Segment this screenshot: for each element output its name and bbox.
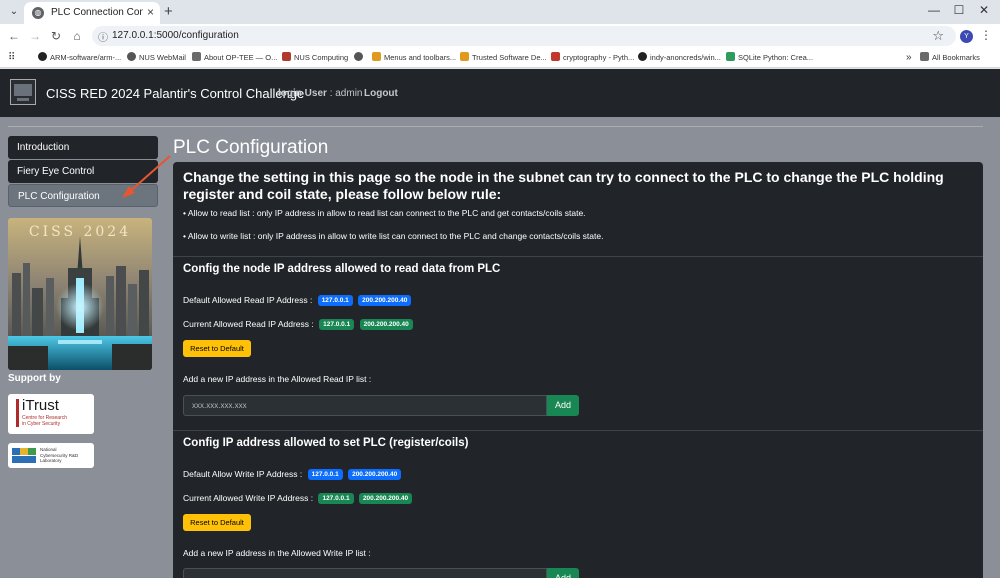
forward-icon[interactable]: →: [27, 28, 43, 44]
computer-icon[interactable]: [10, 79, 36, 105]
section-divider: [173, 430, 983, 431]
shield-icon: [282, 52, 291, 61]
ciss-hero-image: CISS 2024: [8, 218, 152, 370]
bookmark-item[interactable]: NUS WebMail: [127, 51, 186, 65]
current-read-ips: Current Allowed Read IP Address : 127.0.…: [183, 319, 413, 330]
page-title: PLC Configuration: [173, 137, 329, 158]
minimize-icon[interactable]: —: [922, 3, 946, 17]
intro-text: Change the setting in this page so the n…: [183, 169, 944, 202]
rule-read: • Allow to read list : only IP address i…: [183, 208, 586, 218]
write-section-title: Config IP address allowed to set PLC (re…: [183, 437, 469, 449]
bookmark-item[interactable]: Menus and toolbars...: [372, 51, 456, 65]
page: CISS RED 2024 Palantir's Control Challen…: [0, 69, 1000, 578]
ip-badge: 127.0.0.1: [317, 295, 353, 306]
read-ip-input[interactable]: xxx.xxx.xxx.xxx: [183, 395, 547, 416]
close-window-icon[interactable]: ✕: [972, 3, 996, 17]
ip-badge: 200.200.200.40: [358, 295, 412, 306]
read-section-title: Config the node IP address allowed to re…: [183, 263, 501, 275]
current-write-ips: Current Allowed Write IP Address : 127.0…: [183, 493, 413, 504]
bookmark-item[interactable]: Trusted Software De...: [460, 51, 547, 65]
profile-avatar[interactable]: Y: [960, 30, 973, 43]
ip-badge: 200.200.200.40: [348, 469, 402, 480]
tab-title: PLC Connection Configuratio: [51, 7, 143, 18]
browser-tabstrip: ⌄ ◍ PLC Connection Configuratio × + — ☐ …: [0, 0, 1000, 24]
ip-badge: 127.0.0.1: [307, 469, 343, 480]
hero-caption: CISS 2024: [29, 224, 131, 240]
browser-tab[interactable]: ◍ PLC Connection Configuratio ×: [24, 2, 160, 24]
address-bar[interactable]: ⓘ 127.0.0.1:5000/configuration ☆: [92, 26, 956, 46]
apps-grid-icon[interactable]: ⠿: [8, 51, 15, 65]
support-label: Support by: [8, 373, 61, 384]
ip-badge: 127.0.0.1: [318, 493, 354, 504]
all-bookmarks[interactable]: All Bookmarks: [920, 51, 980, 65]
section-divider: [173, 256, 983, 257]
default-write-ips: Default Allow Write IP Address : 127.0.0…: [183, 469, 402, 480]
add-read-ip-button[interactable]: Add: [547, 395, 579, 416]
configuration-card: Change the setting in this page so the n…: [173, 162, 983, 578]
itrust-logo[interactable]: iTrust Centre for Research in Cyber Secu…: [8, 394, 94, 434]
reset-write-button[interactable]: Reset to Default: [183, 514, 251, 531]
more-bookmarks-icon[interactable]: »: [906, 51, 912, 65]
bookmark-item[interactable]: [354, 51, 366, 65]
close-tab-icon[interactable]: ×: [147, 5, 154, 19]
ncl-line-3: Laboratory: [40, 458, 62, 463]
ip-badge: 127.0.0.1: [319, 319, 355, 330]
ncl-logo[interactable]: National Cybersecurity R&D Laboratory: [8, 443, 94, 468]
globe-icon: [354, 52, 363, 61]
reload-icon[interactable]: ↻: [48, 28, 64, 44]
lock-icon: [551, 52, 560, 61]
bookmark-item[interactable]: About OP-TEE — O...: [192, 51, 277, 65]
itrust-name: iTrust: [22, 397, 59, 414]
itrust-subtitle-2: in Cyber Security: [22, 421, 61, 427]
maximize-icon[interactable]: ☐: [947, 3, 971, 17]
browser-toolbar: ← → ↻ ⌂ ⓘ 127.0.0.1:5000/configuration ☆…: [0, 24, 1000, 48]
bookmark-item[interactable]: indy-anoncreds/win...: [638, 51, 721, 65]
globe-icon: [127, 52, 136, 61]
divider: [8, 126, 983, 127]
reset-read-button[interactable]: Reset to Default: [183, 340, 251, 357]
ip-badge: 200.200.200.40: [358, 493, 413, 504]
app-navbar: CISS RED 2024 Palantir's Control Challen…: [0, 69, 1000, 117]
add-write-ip-button[interactable]: Add: [547, 568, 579, 578]
rule-write: • Allow to write list : only IP address …: [183, 231, 604, 241]
annotation-arrow: [122, 155, 171, 198]
document-icon: [192, 52, 201, 61]
github-icon: [638, 52, 647, 61]
back-icon[interactable]: ←: [6, 28, 22, 44]
folder-icon: [460, 52, 469, 61]
bookmarks-bar: ⠿ ARM-software/arm-... NUS WebMail About…: [0, 48, 1000, 68]
login-user: login User : admin: [278, 88, 363, 99]
folder-icon: [920, 52, 929, 61]
logout-link[interactable]: Logout: [364, 88, 398, 99]
site-info-icon[interactable]: ⓘ: [98, 29, 108, 44]
bookmark-star-icon[interactable]: ☆: [932, 28, 944, 44]
bookmark-item[interactable]: ARM-software/arm-...: [38, 51, 121, 65]
database-icon: [726, 52, 735, 61]
folder-icon: [372, 52, 381, 61]
ip-badge: 200.200.200.40: [359, 319, 413, 330]
default-read-ips: Default Allowed Read IP Address : 127.0.…: [183, 295, 412, 306]
add-write-prompt: Add a new IP address in the Allowed Writ…: [183, 548, 371, 558]
github-icon: [38, 52, 47, 61]
app-brand[interactable]: CISS RED 2024 Palantir's Control Challen…: [46, 86, 304, 101]
url-text[interactable]: 127.0.0.1:5000/configuration: [112, 30, 239, 41]
new-tab-icon[interactable]: +: [164, 3, 173, 20]
write-ip-input[interactable]: [183, 568, 547, 578]
home-icon[interactable]: ⌂: [69, 28, 85, 44]
bookmark-item[interactable]: SQLite Python: Crea...: [726, 51, 813, 65]
bookmark-item[interactable]: NUS Computing: [282, 51, 348, 65]
browser-menu-icon[interactable]: ⋮: [980, 28, 992, 42]
bookmark-item[interactable]: cryptography - Pyth...: [551, 51, 634, 65]
tab-search-icon[interactable]: ⌄: [6, 5, 22, 19]
add-read-prompt: Add a new IP address in the Allowed Read…: [183, 374, 372, 384]
globe-icon: ◍: [32, 7, 44, 19]
